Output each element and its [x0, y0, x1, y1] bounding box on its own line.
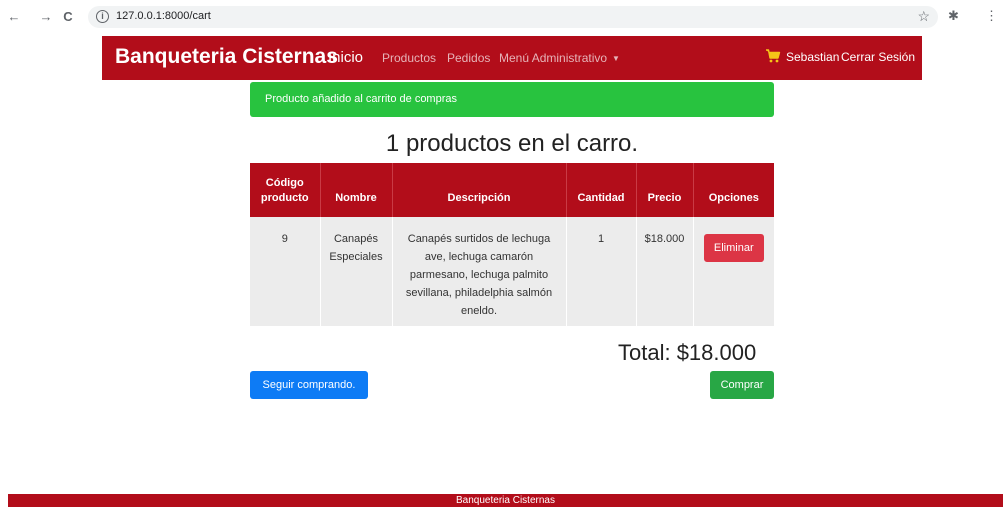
- brand-link[interactable]: Banqueteria Cisternas: [115, 45, 338, 69]
- buy-button[interactable]: Comprar: [710, 371, 774, 399]
- header-opciones: Opciones: [693, 163, 774, 217]
- alert-message: Producto añadido al carrito de compras: [265, 93, 457, 105]
- cell-quantity: 1: [566, 217, 637, 326]
- cell-name: Canapés Especiales: [320, 217, 393, 326]
- header-cantidad: Cantidad: [566, 163, 637, 217]
- success-alert: Producto añadido al carrito de compras: [250, 82, 774, 117]
- header-descripcion: Descripción: [392, 163, 567, 217]
- cell-options: Eliminar: [693, 217, 774, 326]
- back-icon[interactable]: ←: [6, 9, 22, 24]
- cell-price: $18.000: [636, 217, 694, 326]
- user-name-link[interactable]: Sebastian: [786, 50, 839, 64]
- forward-icon[interactable]: →: [38, 9, 54, 24]
- cart-total: Total: $18.000: [618, 340, 757, 365]
- header-precio: Precio: [636, 163, 694, 217]
- delete-button[interactable]: Eliminar: [703, 234, 764, 262]
- logout-link[interactable]: Cerrar Sesión: [841, 50, 915, 64]
- cell-code: 9: [250, 217, 321, 326]
- cart-table: Código producto Nombre Descripción Canti…: [250, 163, 774, 326]
- info-icon[interactable]: i: [96, 10, 109, 23]
- table-row: 9 Canapés Especiales Canapés surtidos de…: [250, 217, 774, 326]
- footer: Banqueteria Cisternas: [8, 494, 1003, 507]
- address-bar[interactable]: i 127.0.0.1:8000/cart ☆: [88, 6, 938, 28]
- url-text[interactable]: 127.0.0.1:8000/cart: [116, 10, 211, 22]
- browser-toolbar: ← → C i 127.0.0.1:8000/cart ☆ ✱ ⋮: [0, 0, 1003, 36]
- cell-description: Canapés surtidos de lechuga ave, lechuga…: [392, 217, 567, 326]
- header-nombre: Nombre: [320, 163, 393, 217]
- shopping-cart-icon[interactable]: [765, 48, 781, 64]
- extensions-icon[interactable]: ✱: [948, 8, 959, 24]
- table-header-row: Código producto Nombre Descripción Canti…: [250, 163, 774, 217]
- page-title: 1 productos en el carro.: [385, 130, 639, 157]
- nav-admin-label: Menú Administrativo: [499, 51, 608, 65]
- reload-icon[interactable]: C: [60, 9, 76, 24]
- browser-menu-icon[interactable]: ⋮: [985, 8, 998, 24]
- chevron-down-icon: ▼: [612, 54, 620, 64]
- nav-inicio[interactable]: Inicio: [328, 49, 363, 66]
- nav-productos[interactable]: Productos: [382, 51, 436, 65]
- nav-pedidos[interactable]: Pedidos: [447, 51, 490, 65]
- continue-shopping-button[interactable]: Seguir comprando.: [250, 371, 368, 399]
- nav-admin-dropdown[interactable]: Menú Administrativo ▼: [499, 51, 620, 65]
- navbar: Banqueteria Cisternas Inicio Productos P…: [102, 36, 922, 80]
- footer-text: Banqueteria Cisternas: [456, 495, 555, 506]
- header-codigo: Código producto: [250, 163, 321, 217]
- star-icon[interactable]: ☆: [917, 8, 930, 25]
